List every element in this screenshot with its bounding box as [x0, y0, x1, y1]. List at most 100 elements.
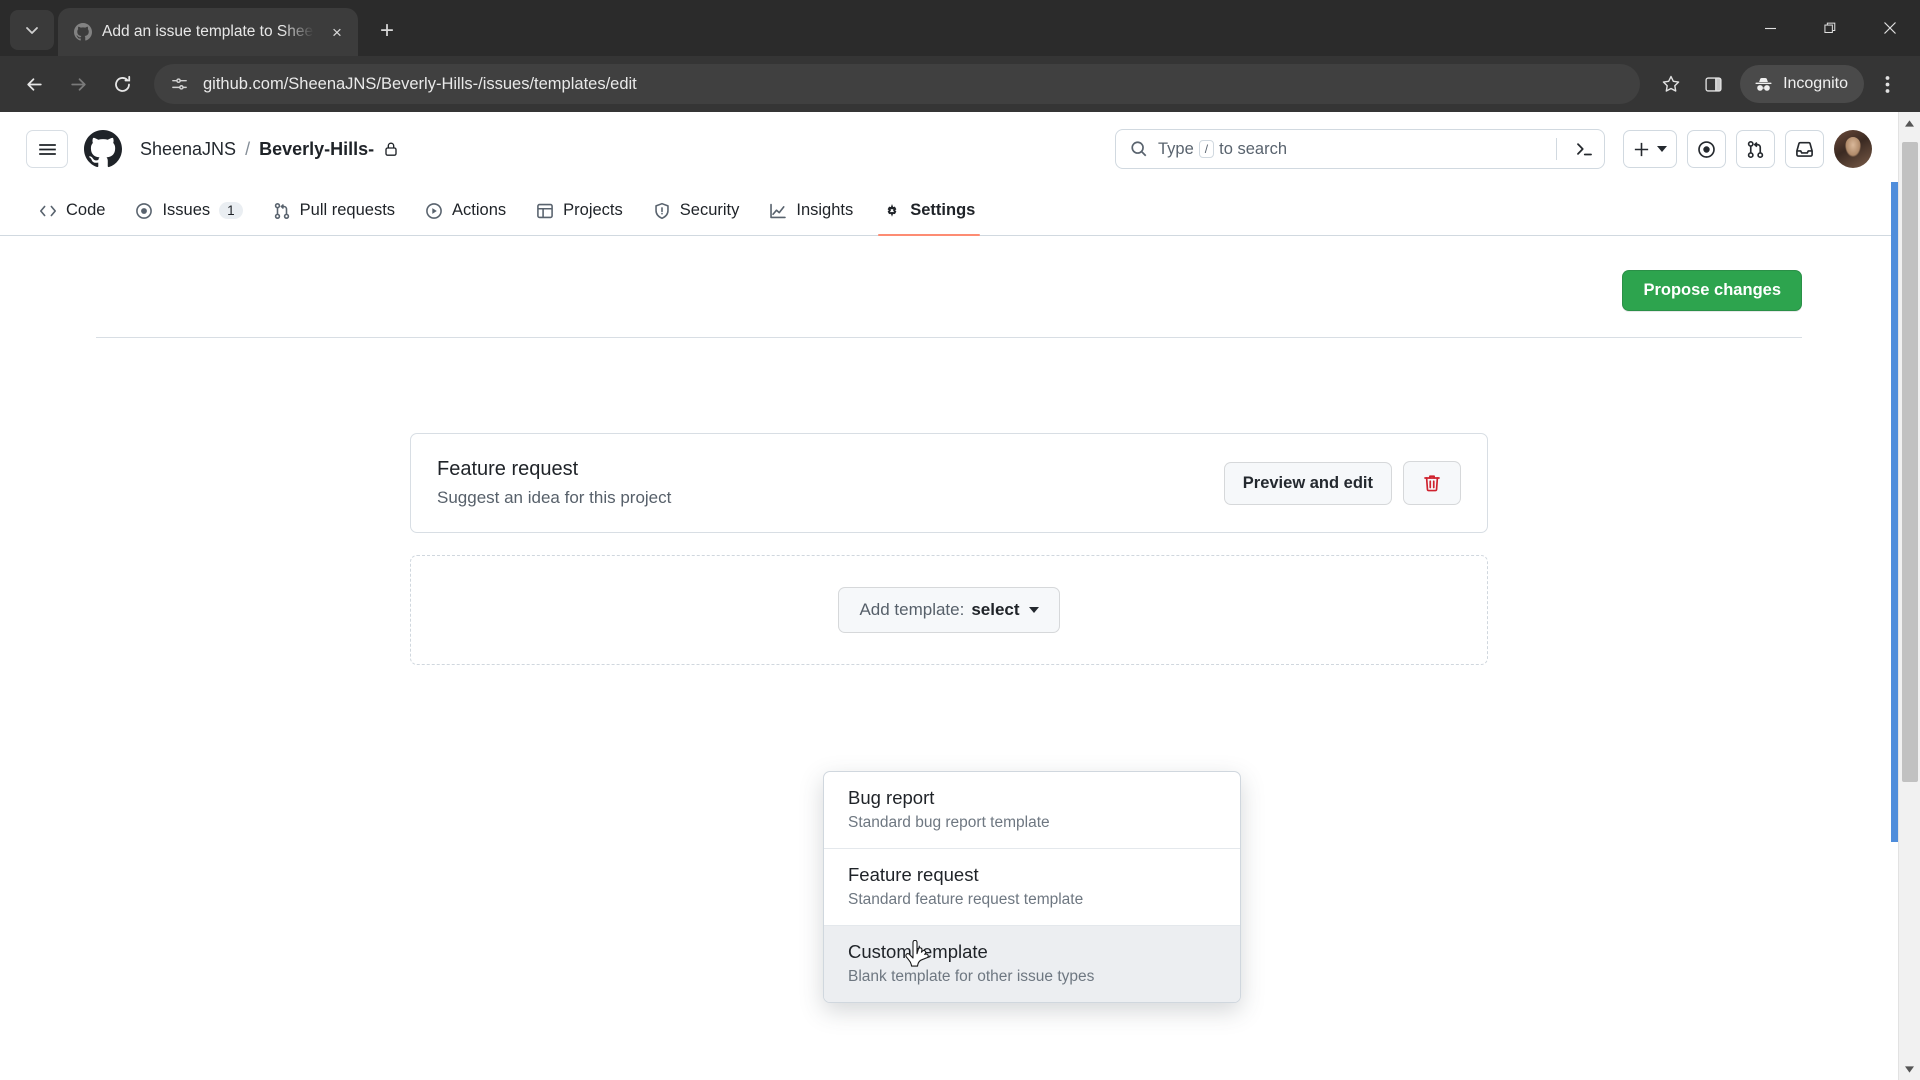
- content-divider: [96, 337, 1802, 338]
- lock-icon: [383, 141, 399, 157]
- issues-count-badge: 1: [219, 202, 243, 219]
- reload-button[interactable]: [102, 64, 142, 104]
- breadcrumb-repo[interactable]: Beverly-Hills-: [259, 139, 374, 160]
- tab-projects[interactable]: Projects: [523, 186, 636, 235]
- main-content: Propose changes Feature request Suggest …: [0, 236, 1898, 665]
- browser-tab[interactable]: Add an issue template to Sheen ×: [58, 8, 358, 56]
- address-bar[interactable]: github.com/SheenaJNS/Beverly-Hills-/issu…: [154, 64, 1641, 104]
- delete-template-button[interactable]: [1403, 461, 1461, 505]
- tab-label: Issues: [162, 201, 211, 219]
- url-text: github.com/SheenaJNS/Beverly-Hills-/issu…: [203, 74, 637, 93]
- repo-nav: Code Issues 1 Pull requests Actions Proj…: [0, 186, 1898, 236]
- search-input[interactable]: Type / to search: [1115, 129, 1605, 169]
- site-settings-icon[interactable]: [170, 75, 189, 94]
- terminal-icon[interactable]: [1567, 140, 1594, 159]
- pull-requests-button[interactable]: [1736, 130, 1775, 168]
- git-pull-request-icon: [273, 202, 291, 220]
- table-icon: [536, 202, 554, 220]
- tab-title: Add an issue template to Sheen: [102, 23, 314, 40]
- close-tab-icon[interactable]: ×: [324, 19, 350, 45]
- tab-actions[interactable]: Actions: [412, 186, 519, 235]
- notifications-button[interactable]: [1785, 130, 1824, 168]
- template-info: Feature request Suggest an idea for this…: [437, 458, 671, 508]
- window-controls: [1740, 0, 1920, 56]
- search-icon: [1130, 140, 1148, 158]
- template-name: Feature request: [437, 458, 579, 480]
- incognito-icon: [1753, 74, 1774, 95]
- github-page: SheenaJNS / Beverly-Hills- Type / to sea…: [0, 112, 1898, 1080]
- user-avatar[interactable]: [1834, 130, 1872, 168]
- add-template-selected-value: select: [971, 600, 1020, 619]
- add-template-zone: Add template: select: [410, 555, 1488, 665]
- option-title: Bug report: [848, 787, 935, 808]
- incognito-label: Incognito: [1783, 75, 1848, 92]
- forward-button[interactable]: [58, 64, 98, 104]
- issue-opened-icon: [135, 202, 153, 220]
- side-panel-icon[interactable]: [1694, 65, 1732, 103]
- tab-label: Pull requests: [299, 201, 396, 219]
- github-logo[interactable]: [84, 130, 122, 168]
- dropdown-option-feature-request[interactable]: Feature request Standard feature request…: [824, 849, 1240, 926]
- new-tab-button[interactable]: +: [368, 12, 406, 50]
- tab-code[interactable]: Code: [26, 186, 118, 235]
- gear-icon: [883, 202, 901, 220]
- graph-icon: [769, 202, 787, 220]
- kebab-menu-icon[interactable]: [1868, 65, 1906, 103]
- tab-label: Security: [679, 201, 740, 219]
- page-viewport: SheenaJNS / Beverly-Hills- Type / to sea…: [0, 112, 1920, 1080]
- option-subtitle: Standard feature request template: [848, 891, 1084, 908]
- breadcrumb-separator: /: [245, 138, 251, 159]
- scrollbar-track[interactable]: [1899, 134, 1920, 1058]
- option-subtitle: Standard bug report template: [848, 814, 1050, 831]
- scroll-down-arrow[interactable]: [1899, 1058, 1920, 1080]
- tab-label: Insights: [796, 201, 854, 219]
- incognito-indicator[interactable]: Incognito: [1740, 65, 1864, 103]
- breadcrumb-owner[interactable]: SheenaJNS: [140, 139, 236, 160]
- propose-changes-button[interactable]: Propose changes: [1622, 270, 1802, 311]
- tab-insights[interactable]: Insights: [756, 186, 866, 235]
- search-placeholder: Type / to search: [1158, 139, 1287, 158]
- dropdown-option-custom-template[interactable]: Custom template Blank template for other…: [824, 926, 1240, 1002]
- browser-toolbar: github.com/SheenaJNS/Beverly-Hills-/issu…: [0, 56, 1920, 112]
- scroll-up-arrow[interactable]: [1899, 112, 1920, 134]
- dropdown-option-bug-report[interactable]: Bug report Standard bug report template: [824, 772, 1240, 849]
- templates-list: Feature request Suggest an idea for this…: [410, 433, 1488, 665]
- template-description: Suggest an idea for this project: [437, 488, 672, 507]
- tab-pull-requests[interactable]: Pull requests: [260, 186, 408, 235]
- add-template-label: Add template:: [859, 600, 965, 619]
- template-type-dropdown: Bug report Standard bug report template …: [823, 771, 1241, 1003]
- close-window-button[interactable]: [1860, 0, 1920, 56]
- header-actions: [1623, 130, 1872, 168]
- star-icon[interactable]: [1652, 65, 1690, 103]
- tab-search-chevron-icon[interactable]: [10, 10, 54, 50]
- shield-icon: [653, 202, 671, 220]
- vertical-scrollbar[interactable]: [1898, 112, 1920, 1080]
- github-header: SheenaJNS / Beverly-Hills- Type / to sea…: [0, 112, 1898, 186]
- issues-button[interactable]: [1687, 130, 1726, 168]
- tab-label: Code: [66, 201, 106, 219]
- back-button[interactable]: [14, 64, 54, 104]
- template-actions: Preview and edit: [1223, 461, 1461, 505]
- github-favicon: [74, 23, 92, 41]
- page-accent-strip: [1891, 182, 1898, 842]
- maximize-button[interactable]: [1800, 0, 1860, 56]
- play-icon: [425, 202, 443, 220]
- tab-security[interactable]: Security: [640, 186, 753, 235]
- add-template-select-button[interactable]: Add template: select: [838, 587, 1060, 633]
- tab-issues[interactable]: Issues 1: [122, 186, 255, 235]
- global-nav-menu-button[interactable]: [26, 130, 68, 168]
- preview-and-edit-button[interactable]: Preview and edit: [1223, 461, 1392, 505]
- option-title: Feature request: [848, 864, 979, 885]
- chevron-down-icon: [1657, 146, 1667, 152]
- breadcrumb: SheenaJNS / Beverly-Hills-: [140, 139, 399, 160]
- option-subtitle: Blank template for other issue types: [848, 968, 1095, 985]
- option-title: Custom template: [848, 941, 988, 962]
- divider: [1556, 138, 1557, 160]
- trash-icon: [1422, 473, 1442, 493]
- tab-settings[interactable]: Settings: [870, 186, 988, 236]
- scrollbar-thumb[interactable]: [1902, 142, 1918, 782]
- minimize-button[interactable]: [1740, 0, 1800, 56]
- create-new-button[interactable]: [1623, 130, 1677, 168]
- template-card: Feature request Suggest an idea for this…: [410, 433, 1488, 533]
- tab-label: Settings: [910, 201, 976, 219]
